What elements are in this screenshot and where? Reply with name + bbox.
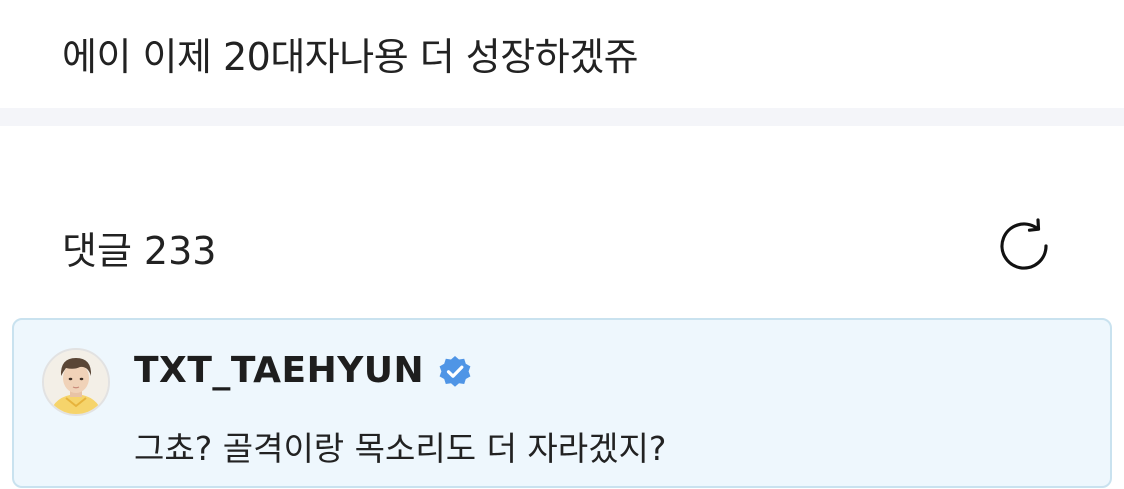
comment-author[interactable]: TXT_TAEHYUN [134, 350, 424, 391]
avatar[interactable] [42, 348, 110, 416]
comment-text: 그쵸? 골격이랑 목소리도 더 자라겠지? [134, 429, 667, 468]
verified-badge-icon [439, 356, 471, 387]
section-divider [0, 108, 1124, 126]
comments-label: 댓글 [62, 229, 132, 273]
comment-card: TXT_TAEHYUN 그쵸? 골격이랑 목소리도 더 자라겠지? [12, 318, 1112, 488]
refresh-icon [1000, 218, 1048, 270]
comments-header: 댓글 233 [0, 126, 1124, 316]
post-body: 에이 이제 20대자나용 더 성장하겠쥬 [0, 0, 1124, 108]
avatar-photo [44, 350, 108, 414]
comments-title: 댓글 233 [62, 220, 216, 275]
comments-count: 233 [143, 229, 217, 273]
post-text: 에이 이제 20대자나용 더 성장하겠쥬 [62, 35, 639, 79]
refresh-button[interactable] [994, 216, 1054, 276]
